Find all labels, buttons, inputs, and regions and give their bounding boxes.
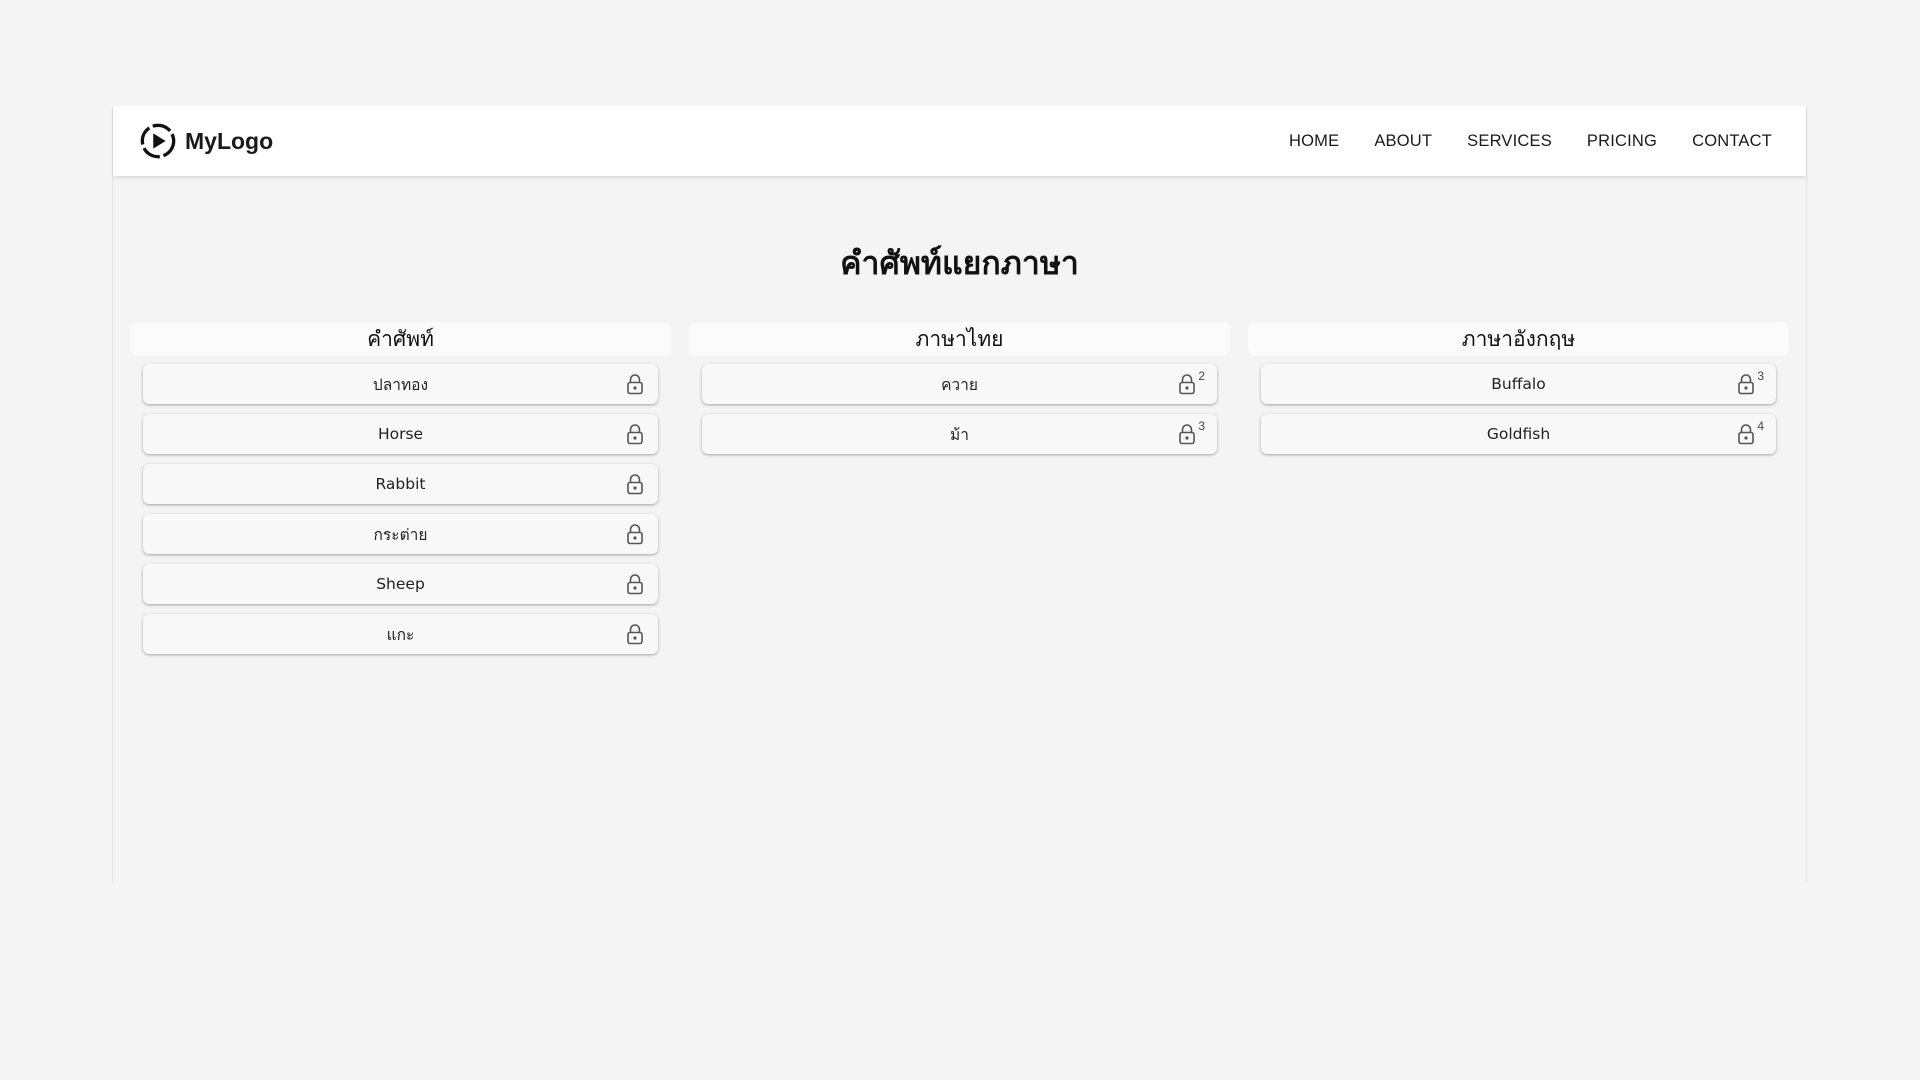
brand[interactable]: MyLogo bbox=[139, 122, 273, 160]
item-list: ปลาทอง Horse Rabbit กระต่าย Sheep แกะ bbox=[130, 356, 671, 654]
column-header: คำศัพท์ bbox=[130, 322, 671, 356]
word-label: Rabbit bbox=[375, 475, 426, 493]
column-header: ภาษาไทย bbox=[689, 322, 1230, 356]
word-card[interactable]: Sheep bbox=[143, 564, 658, 604]
lock-icon[interactable]: 2 bbox=[1177, 369, 1205, 395]
item-list: ควาย 2 ม้า 3 bbox=[689, 356, 1230, 454]
word-card[interactable]: ปลาทอง bbox=[143, 364, 658, 404]
word-label: Horse bbox=[377, 425, 424, 443]
nav-home[interactable]: HOME bbox=[1289, 132, 1339, 151]
word-label: Buffalo bbox=[1491, 375, 1546, 393]
nav-links: HOME ABOUT SERVICES PRICING CONTACT bbox=[1289, 132, 1772, 151]
word-label: Sheep bbox=[376, 575, 425, 593]
column-header: ภาษาอังกฤษ bbox=[1248, 322, 1789, 356]
item-list: Buffalo 3 Goldfish 4 bbox=[1248, 356, 1789, 454]
lock-icon[interactable]: 4 bbox=[1736, 419, 1764, 445]
word-card[interactable]: ม้า 3 bbox=[702, 414, 1217, 454]
word-card[interactable]: กระต่าย bbox=[143, 514, 658, 554]
word-label: ปลาทอง bbox=[372, 375, 429, 394]
columns: คำศัพท์ ปลาทอง Horse Rabbit กระต่าย Sheep แกะ… bbox=[130, 322, 1789, 664]
lock-count-badge: 3 bbox=[1757, 369, 1764, 383]
app-frame: MyLogo HOME ABOUT SERVICES PRICING CONTA… bbox=[112, 106, 1807, 881]
word-card[interactable]: Goldfish 4 bbox=[1261, 414, 1776, 454]
word-card[interactable]: Horse bbox=[143, 414, 658, 454]
lock-icon[interactable] bbox=[625, 473, 646, 495]
word-label: ม้า bbox=[950, 425, 969, 444]
word-label: แกะ bbox=[386, 625, 415, 644]
column-thai: ภาษาไทย ควาย 2 ม้า 3 bbox=[689, 322, 1230, 664]
nav-about[interactable]: ABOUT bbox=[1374, 132, 1432, 151]
word-card[interactable]: ควาย 2 bbox=[702, 364, 1217, 404]
nav-pricing[interactable]: PRICING bbox=[1587, 132, 1657, 151]
word-label: Goldfish bbox=[1486, 425, 1551, 443]
page-title: คำศัพท์แยกภาษา bbox=[840, 244, 1079, 282]
lock-icon[interactable] bbox=[625, 373, 646, 395]
word-card[interactable]: แกะ bbox=[143, 614, 658, 654]
nav-contact[interactable]: CONTACT bbox=[1692, 132, 1772, 151]
lock-icon[interactable] bbox=[625, 573, 646, 595]
column-english: ภาษาอังกฤษ Buffalo 3 Goldfish 4 bbox=[1248, 322, 1789, 664]
lock-icon[interactable] bbox=[625, 523, 646, 545]
word-card[interactable]: Buffalo 3 bbox=[1261, 364, 1776, 404]
navbar: MyLogo HOME ABOUT SERVICES PRICING CONTA… bbox=[113, 106, 1806, 176]
lock-count-badge: 2 bbox=[1198, 369, 1205, 383]
word-label: ควาย bbox=[941, 375, 978, 394]
nav-services[interactable]: SERVICES bbox=[1467, 132, 1552, 151]
lock-icon[interactable]: 3 bbox=[1177, 419, 1205, 445]
column-vocabulary: คำศัพท์ ปลาทอง Horse Rabbit กระต่าย Sheep แกะ bbox=[130, 322, 671, 664]
lock-count-badge: 3 bbox=[1198, 419, 1205, 433]
brand-name: MyLogo bbox=[185, 127, 274, 154]
lock-icon[interactable] bbox=[625, 623, 646, 645]
word-card[interactable]: Rabbit bbox=[143, 464, 658, 504]
play-circle-icon bbox=[140, 123, 176, 159]
lock-count-badge: 4 bbox=[1757, 419, 1764, 433]
lock-icon[interactable] bbox=[625, 423, 646, 445]
lock-icon[interactable]: 3 bbox=[1736, 369, 1764, 395]
word-label: กระต่าย bbox=[373, 525, 428, 544]
